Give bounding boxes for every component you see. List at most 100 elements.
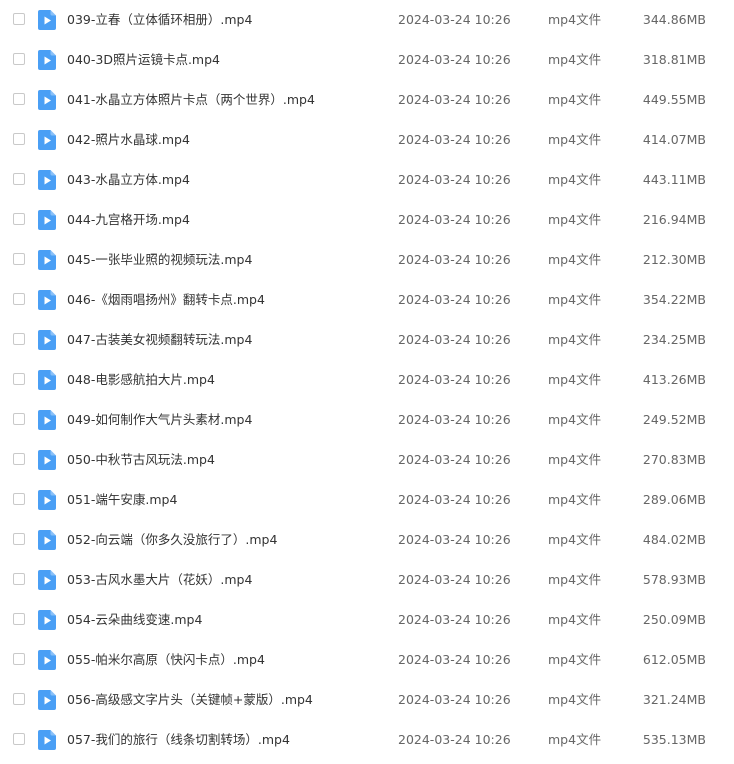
row-checkbox[interactable] — [13, 693, 25, 705]
file-modified-date: 2024-03-24 10:26 — [398, 612, 511, 627]
file-name[interactable]: 041-水晶立方体照片卡点（两个世界）.mp4 — [67, 91, 315, 109]
file-name[interactable]: 048-电影感航拍大片.mp4 — [67, 371, 215, 389]
row-checkbox[interactable] — [13, 573, 25, 585]
row-checkbox[interactable] — [13, 333, 25, 345]
video-file-icon — [38, 50, 56, 70]
row-checkbox[interactable] — [13, 533, 25, 545]
file-modified-date: 2024-03-24 10:26 — [398, 332, 511, 347]
file-size: 578.93MB — [642, 572, 706, 587]
file-name[interactable]: 051-端午安康.mp4 — [67, 491, 177, 509]
row-checkbox[interactable] — [13, 373, 25, 385]
video-file-icon — [38, 330, 56, 350]
file-name[interactable]: 053-古风水墨大片（花妖）.mp4 — [67, 571, 252, 589]
row-checkbox[interactable] — [13, 413, 25, 425]
file-row[interactable]: 050-中秋节古风玩法.mp4 2024-03-24 10:26 mp4文件 2… — [0, 440, 734, 480]
file-type: mp4文件 — [548, 332, 602, 347]
file-size: 484.02MB — [642, 532, 706, 547]
file-row[interactable]: 044-九宫格开场.mp4 2024-03-24 10:26 mp4文件 216… — [0, 200, 734, 240]
row-checkbox[interactable] — [13, 53, 25, 65]
file-size: 289.06MB — [642, 492, 706, 507]
file-row[interactable]: 039-立春（立体循环相册）.mp4 2024-03-24 10:26 mp4文… — [0, 0, 734, 40]
file-row[interactable]: 052-向云端（你多久没旅行了）.mp4 2024-03-24 10:26 mp… — [0, 520, 734, 560]
file-row[interactable]: 051-端午安康.mp4 2024-03-24 10:26 mp4文件 289.… — [0, 480, 734, 520]
file-name[interactable]: 045-一张毕业照的视频玩法.mp4 — [67, 251, 252, 269]
file-size: 344.86MB — [642, 12, 706, 27]
file-name[interactable]: 052-向云端（你多久没旅行了）.mp4 — [67, 531, 277, 549]
file-list: 039-立春（立体循环相册）.mp4 2024-03-24 10:26 mp4文… — [0, 0, 734, 764]
file-modified-date: 2024-03-24 10:26 — [398, 132, 511, 147]
file-row[interactable]: 049-如何制作大气片头素材.mp4 2024-03-24 10:26 mp4文… — [0, 400, 734, 440]
file-type: mp4文件 — [548, 492, 602, 507]
file-row[interactable]: 042-照片水晶球.mp4 2024-03-24 10:26 mp4文件 414… — [0, 120, 734, 160]
file-name[interactable]: 039-立春（立体循环相册）.mp4 — [67, 11, 252, 29]
file-type: mp4文件 — [548, 612, 602, 627]
file-modified-date: 2024-03-24 10:26 — [398, 52, 511, 67]
file-type: mp4文件 — [548, 212, 602, 227]
file-row[interactable]: 040-3D照片运镜卡点.mp4 2024-03-24 10:26 mp4文件 … — [0, 40, 734, 80]
file-modified-date: 2024-03-24 10:26 — [398, 172, 511, 187]
video-file-icon — [38, 210, 56, 230]
row-checkbox[interactable] — [13, 213, 25, 225]
file-row[interactable]: 043-水晶立方体.mp4 2024-03-24 10:26 mp4文件 443… — [0, 160, 734, 200]
row-checkbox[interactable] — [13, 293, 25, 305]
file-row[interactable]: 053-古风水墨大片（花妖）.mp4 2024-03-24 10:26 mp4文… — [0, 560, 734, 600]
row-checkbox[interactable] — [13, 453, 25, 465]
file-row[interactable]: 055-帕米尔高原（快闪卡点）.mp4 2024-03-24 10:26 mp4… — [0, 640, 734, 680]
file-row[interactable]: 056-高级感文字片头（关键帧+蒙版）.mp4 2024-03-24 10:26… — [0, 680, 734, 720]
row-checkbox[interactable] — [13, 173, 25, 185]
file-size: 250.09MB — [642, 612, 706, 627]
file-type: mp4文件 — [548, 132, 602, 147]
file-name[interactable]: 054-云朵曲线变速.mp4 — [67, 611, 202, 629]
file-size: 321.24MB — [642, 692, 706, 707]
file-row[interactable]: 054-云朵曲线变速.mp4 2024-03-24 10:26 mp4文件 25… — [0, 600, 734, 640]
video-file-icon — [38, 690, 56, 710]
file-modified-date: 2024-03-24 10:26 — [398, 92, 511, 107]
file-name[interactable]: 057-我们的旅行（线条切割转场）.mp4 — [67, 731, 290, 749]
file-row[interactable]: 047-古装美女视频翻转玩法.mp4 2024-03-24 10:26 mp4文… — [0, 320, 734, 360]
file-name[interactable]: 047-古装美女视频翻转玩法.mp4 — [67, 331, 252, 349]
file-size: 234.25MB — [642, 332, 706, 347]
file-name[interactable]: 043-水晶立方体.mp4 — [67, 171, 190, 189]
file-name[interactable]: 044-九宫格开场.mp4 — [67, 211, 190, 229]
file-modified-date: 2024-03-24 10:26 — [398, 452, 511, 467]
video-file-icon — [38, 370, 56, 390]
row-checkbox[interactable] — [13, 733, 25, 745]
file-modified-date: 2024-03-24 10:26 — [398, 532, 511, 547]
row-checkbox[interactable] — [13, 253, 25, 265]
file-type: mp4文件 — [548, 652, 602, 667]
file-size: 449.55MB — [642, 92, 706, 107]
video-file-icon — [38, 250, 56, 270]
file-type: mp4文件 — [548, 172, 602, 187]
row-checkbox[interactable] — [13, 93, 25, 105]
file-row[interactable]: 048-电影感航拍大片.mp4 2024-03-24 10:26 mp4文件 4… — [0, 360, 734, 400]
file-modified-date: 2024-03-24 10:26 — [398, 12, 511, 27]
file-size: 212.30MB — [642, 252, 706, 267]
file-modified-date: 2024-03-24 10:26 — [398, 652, 511, 667]
row-checkbox[interactable] — [13, 493, 25, 505]
file-name[interactable]: 049-如何制作大气片头素材.mp4 — [67, 411, 252, 429]
row-checkbox[interactable] — [13, 653, 25, 665]
video-file-icon — [38, 290, 56, 310]
file-row[interactable]: 057-我们的旅行（线条切割转场）.mp4 2024-03-24 10:26 m… — [0, 720, 734, 760]
file-type: mp4文件 — [548, 412, 602, 427]
file-type: mp4文件 — [548, 372, 602, 387]
file-name[interactable]: 050-中秋节古风玩法.mp4 — [67, 451, 215, 469]
row-checkbox[interactable] — [13, 13, 25, 25]
file-row[interactable]: 041-水晶立方体照片卡点（两个世界）.mp4 2024-03-24 10:26… — [0, 80, 734, 120]
file-name[interactable]: 056-高级感文字片头（关键帧+蒙版）.mp4 — [67, 691, 313, 709]
file-name[interactable]: 046-《烟雨唱扬州》翻转卡点.mp4 — [67, 291, 265, 309]
file-row[interactable]: 045-一张毕业照的视频玩法.mp4 2024-03-24 10:26 mp4文… — [0, 240, 734, 280]
file-modified-date: 2024-03-24 10:26 — [398, 292, 511, 307]
file-row[interactable]: 046-《烟雨唱扬州》翻转卡点.mp4 2024-03-24 10:26 mp4… — [0, 280, 734, 320]
file-name[interactable]: 055-帕米尔高原（快闪卡点）.mp4 — [67, 651, 265, 669]
file-size: 443.11MB — [642, 172, 706, 187]
file-name[interactable]: 042-照片水晶球.mp4 — [67, 131, 190, 149]
file-modified-date: 2024-03-24 10:26 — [398, 372, 511, 387]
file-size: 413.26MB — [642, 372, 706, 387]
row-checkbox[interactable] — [13, 133, 25, 145]
file-name[interactable]: 040-3D照片运镜卡点.mp4 — [67, 51, 220, 69]
row-checkbox[interactable] — [13, 613, 25, 625]
file-modified-date: 2024-03-24 10:26 — [398, 412, 511, 427]
file-type: mp4文件 — [548, 452, 602, 467]
file-modified-date: 2024-03-24 10:26 — [398, 492, 511, 507]
